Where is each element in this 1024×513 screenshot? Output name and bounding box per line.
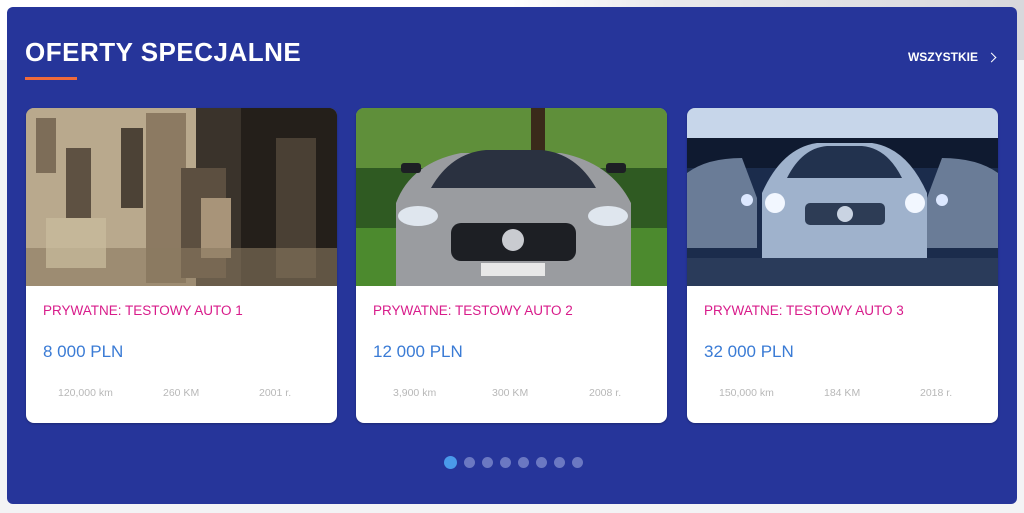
offer-title[interactable]: PRYWATNE: TESTOWY AUTO 2 <box>373 303 573 318</box>
offer-price: 8 000 PLN <box>43 342 124 361</box>
carousel-dot[interactable] <box>500 457 511 468</box>
offer-year: 2008 r. <box>589 387 622 399</box>
offer-card-1[interactable]: PRYWATNE: TESTOWY AUTO 1 8 000 PLN 120,0… <box>26 108 337 423</box>
offer-card-2[interactable]: PRYWATNE: TESTOWY AUTO 2 12 000 PLN 3,90… <box>356 108 667 423</box>
carousel-dot[interactable] <box>572 457 583 468</box>
offer-mileage: 120,000 km <box>58 387 113 399</box>
offer-power: 184 KM <box>824 387 861 399</box>
offer-year: 2001 r. <box>259 387 292 399</box>
offer-power: 260 KM <box>163 387 200 399</box>
offer-power: 300 KM <box>492 387 529 399</box>
title-underline <box>25 77 77 80</box>
offer-year: 2018 r. <box>920 387 953 399</box>
carousel-dot[interactable] <box>444 456 457 469</box>
carousel-pagination <box>444 456 583 469</box>
car-photo[interactable] <box>26 108 337 286</box>
chevron-right-icon <box>986 52 997 62</box>
carousel-dot[interactable] <box>536 457 547 468</box>
carousel-dot[interactable] <box>518 457 529 468</box>
car-photo[interactable] <box>687 108 998 286</box>
car-photo[interactable] <box>356 108 667 286</box>
offer-title[interactable]: PRYWATNE: TESTOWY AUTO 3 <box>704 303 904 318</box>
offer-title[interactable]: PRYWATNE: TESTOWY AUTO 1 <box>43 303 243 318</box>
view-all-link[interactable]: WSZYSTKIE <box>907 50 997 64</box>
offer-info: PRYWATNE: TESTOWY AUTO 3 32 000 PLN 150,… <box>687 286 998 423</box>
special-offers-panel: OFERTY SPECJALNE WSZYSTKIE PRYWATNE: TES… <box>7 7 1017 504</box>
section-title: OFERTY SPECJALNE <box>25 37 302 67</box>
carousel-dot[interactable] <box>482 457 493 468</box>
offer-card-3[interactable]: PRYWATNE: TESTOWY AUTO 3 32 000 PLN 150,… <box>687 108 998 423</box>
offer-price: 32 000 PLN <box>704 342 794 361</box>
carousel-dot[interactable] <box>554 457 565 468</box>
offer-mileage: 3,900 km <box>393 387 437 399</box>
carousel-dot[interactable] <box>464 457 475 468</box>
offer-info: PRYWATNE: TESTOWY AUTO 2 12 000 PLN 3,90… <box>356 286 667 423</box>
offer-price: 12 000 PLN <box>373 342 463 361</box>
view-all-label: WSZYSTKIE <box>907 50 978 64</box>
offer-info: PRYWATNE: TESTOWY AUTO 1 8 000 PLN 120,0… <box>26 286 337 423</box>
offer-mileage: 150,000 km <box>719 387 774 399</box>
